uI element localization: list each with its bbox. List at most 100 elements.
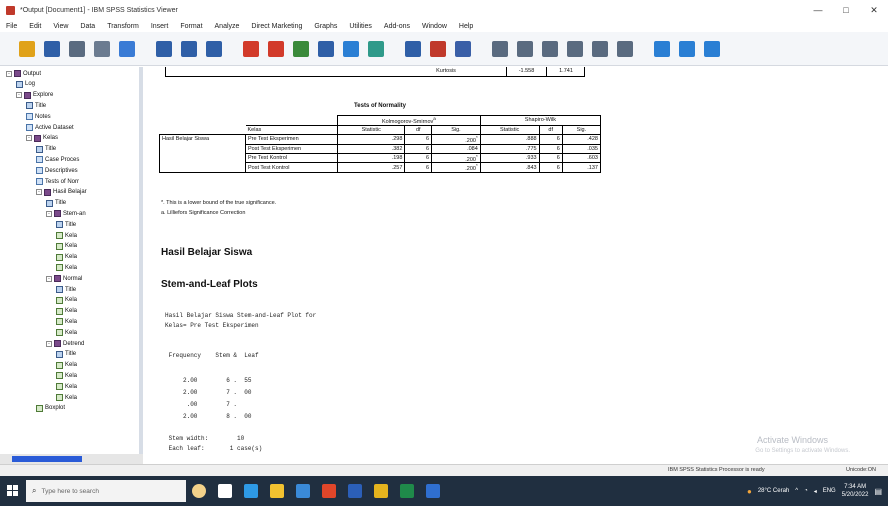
undo-button[interactable] [178, 38, 200, 60]
outline-item[interactable]: Title [36, 145, 56, 154]
menu-edit[interactable]: Edit [23, 23, 47, 30]
menu-direct-marketing[interactable]: Direct Marketing [245, 23, 308, 30]
store-taskbar-button[interactable] [290, 476, 316, 506]
outline-item[interactable]: - Explore [16, 91, 53, 100]
menu-transform[interactable]: Transform [101, 23, 145, 30]
outline-item[interactable]: Kela [56, 361, 77, 370]
menu-help[interactable]: Help [453, 23, 479, 30]
variables-button[interactable] [290, 38, 312, 60]
goto-data-button[interactable] [240, 38, 262, 60]
outline-item[interactable]: - Kelas [26, 134, 58, 143]
spss-button[interactable] [427, 38, 449, 60]
outline-item[interactable]: Descriptives [36, 166, 78, 175]
menu-add-ons[interactable]: Add-ons [378, 23, 416, 30]
outline-item[interactable]: Log [16, 80, 35, 89]
menu-view[interactable]: View [47, 23, 74, 30]
outline-item[interactable]: Title [56, 350, 76, 359]
outline-item[interactable]: Kela [56, 253, 77, 262]
export-button[interactable] [116, 38, 138, 60]
collapse-toggle-icon[interactable]: - [46, 275, 52, 282]
chart-button[interactable] [315, 38, 337, 60]
outline-item[interactable]: - Detrend [46, 339, 84, 348]
outline-item[interactable]: Notes [26, 112, 51, 121]
outline-item[interactable]: Kela [56, 328, 77, 337]
outline-item[interactable]: Kela [56, 242, 77, 251]
collapse-toggle-icon[interactable]: - [46, 340, 52, 347]
taskbar-search-box[interactable]: ⌕ Type here to search [26, 480, 186, 502]
promote-button[interactable] [489, 38, 511, 60]
start-button[interactable] [0, 476, 26, 506]
office-taskbar-button[interactable] [316, 476, 342, 506]
outline-item[interactable]: Title [56, 285, 76, 294]
insert-text-button[interactable] [701, 38, 723, 60]
collapse-toggle-icon[interactable]: - [46, 210, 52, 217]
collapse-toggle-icon[interactable]: - [6, 70, 12, 77]
outline-item[interactable]: Active Dataset [26, 123, 74, 132]
minimize-button[interactable]: — [804, 0, 832, 20]
outline-item[interactable]: - Stem-an [46, 209, 86, 218]
outline-item[interactable]: Title [26, 101, 46, 110]
outline-item[interactable]: Kela [56, 382, 77, 391]
menu-insert[interactable]: Insert [145, 23, 175, 30]
notifications-icon[interactable]: ▤ [874, 487, 882, 496]
menu-utilities[interactable]: Utilities [343, 23, 378, 30]
pivot-button[interactable] [402, 38, 424, 60]
goto-case-button[interactable] [265, 38, 287, 60]
outline-item[interactable]: Kela [56, 393, 77, 402]
outline-item[interactable]: Kela [56, 263, 77, 272]
word-taskbar-button[interactable] [342, 476, 368, 506]
save-button[interactable] [41, 38, 63, 60]
chrome-taskbar-button[interactable] [368, 476, 394, 506]
print-preview-button[interactable] [91, 38, 113, 60]
run-script-button[interactable] [365, 38, 387, 60]
outline-item[interactable]: Title [46, 199, 66, 208]
close-button[interactable]: ✕ [860, 0, 888, 20]
scrollbar-thumb[interactable] [12, 456, 82, 462]
outline-item[interactable]: Tests of Norr [36, 177, 79, 186]
collapse-toggle-icon[interactable]: - [16, 92, 22, 99]
insert-title-button[interactable] [676, 38, 698, 60]
hide-button[interactable] [614, 38, 636, 60]
redo-button[interactable] [203, 38, 225, 60]
menu-analyze[interactable]: Analyze [209, 23, 246, 30]
taskbar-clock[interactable]: 7:34 AM 5/20/2022 [842, 483, 869, 499]
edge-taskbar-button[interactable] [238, 476, 264, 506]
designate-window-button[interactable] [340, 38, 362, 60]
print-button[interactable] [66, 38, 88, 60]
outline-item[interactable]: Boxplot [36, 404, 65, 413]
volume-icon[interactable]: ◂ [814, 488, 817, 495]
outline-horizontal-scrollbar[interactable] [0, 454, 143, 464]
file-explorer-taskbar-button[interactable] [264, 476, 290, 506]
outline-item[interactable]: Title [56, 220, 76, 229]
recall-dialog-button[interactable] [153, 38, 175, 60]
menu-window[interactable]: Window [416, 23, 453, 30]
collapse-toggle-icon[interactable]: - [26, 135, 32, 142]
collapse-toggle-icon[interactable]: - [36, 189, 42, 196]
outline-item[interactable]: Kela [56, 371, 77, 380]
outline-item[interactable]: - Output [6, 69, 41, 78]
menu-file[interactable]: File [0, 23, 23, 30]
menu-data[interactable]: Data [74, 23, 101, 30]
cortana-icon[interactable] [186, 476, 212, 506]
outline-item[interactable]: Kela [56, 317, 77, 326]
outline-item[interactable]: - Normal [46, 274, 82, 283]
show-button[interactable] [589, 38, 611, 60]
menu-graphs[interactable]: Graphs [308, 23, 343, 30]
expand-button[interactable] [539, 38, 561, 60]
open-button[interactable] [16, 38, 38, 60]
maximize-button[interactable]: □ [832, 0, 860, 20]
outline-item[interactable]: Kela [56, 231, 77, 240]
spss-taskbar-taskbar-button[interactable] [420, 476, 446, 506]
insert-heading-button[interactable] [651, 38, 673, 60]
menu-format[interactable]: Format [174, 23, 208, 30]
outline-item[interactable]: Kela [56, 307, 77, 316]
tests-of-normality-table[interactable]: Kolmogorov-Smirnova Shapiro-Wilk Kelas S… [159, 115, 602, 174]
demote-button[interactable] [514, 38, 536, 60]
outline-item[interactable]: - Hasil Belajar [36, 188, 87, 197]
collapse-button[interactable] [564, 38, 586, 60]
excel-taskbar-button[interactable] [394, 476, 420, 506]
weather-text[interactable]: 28°C Cerah [758, 488, 789, 494]
outline-item[interactable]: Case Proces [36, 155, 79, 164]
language-indicator[interactable]: ENG [823, 488, 836, 494]
tray-chevron-icon[interactable]: ^ [795, 488, 798, 494]
